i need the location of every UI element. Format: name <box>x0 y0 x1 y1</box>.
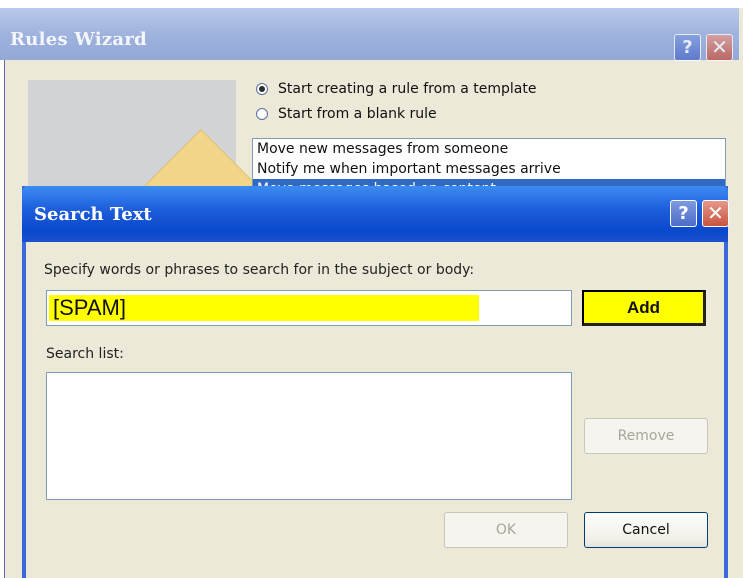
remove-button[interactable]: Remove <box>584 418 708 454</box>
radio-template-icon[interactable] <box>256 83 268 95</box>
search-text-titlebar: Search Text ? ✕ <box>22 186 729 242</box>
radio-template[interactable]: Start creating a rule from a template <box>256 81 536 97</box>
rules-wizard-title: Rules Wizard <box>10 29 148 50</box>
search-text-input-value: [SPAM] <box>49 295 479 321</box>
radio-template-label: Start creating a rule from a template <box>278 81 537 97</box>
template-list[interactable]: Move new messages from someone Notify me… <box>252 138 726 190</box>
template-list-item[interactable]: Move new messages from someone <box>253 139 725 159</box>
radio-blank[interactable]: Start from a blank rule <box>256 106 437 122</box>
radio-blank-icon[interactable] <box>256 108 268 120</box>
ok-button[interactable]: OK <box>444 512 568 548</box>
close-icon[interactable]: ✕ <box>702 200 729 227</box>
template-list-item[interactable]: Notify me when important messages arrive <box>253 159 725 179</box>
instructions-label: Specify words or phrases to search for i… <box>44 262 475 278</box>
radio-blank-label: Start from a blank rule <box>278 106 437 122</box>
help-icon[interactable]: ? <box>670 200 697 227</box>
rules-wizard-titlebar: Rules Wizard ? ✕ <box>0 8 739 61</box>
rules-wizard-close-icon[interactable]: ✕ <box>706 34 733 61</box>
search-text-title: Search Text <box>34 204 152 225</box>
cancel-button[interactable]: Cancel <box>584 512 708 548</box>
add-button[interactable]: Add <box>582 290 706 326</box>
search-list-label: Search list: <box>46 346 124 362</box>
rules-wizard-help-icon[interactable]: ? <box>674 34 701 61</box>
search-text-input[interactable]: [SPAM] <box>46 290 572 326</box>
search-list[interactable] <box>46 372 572 500</box>
